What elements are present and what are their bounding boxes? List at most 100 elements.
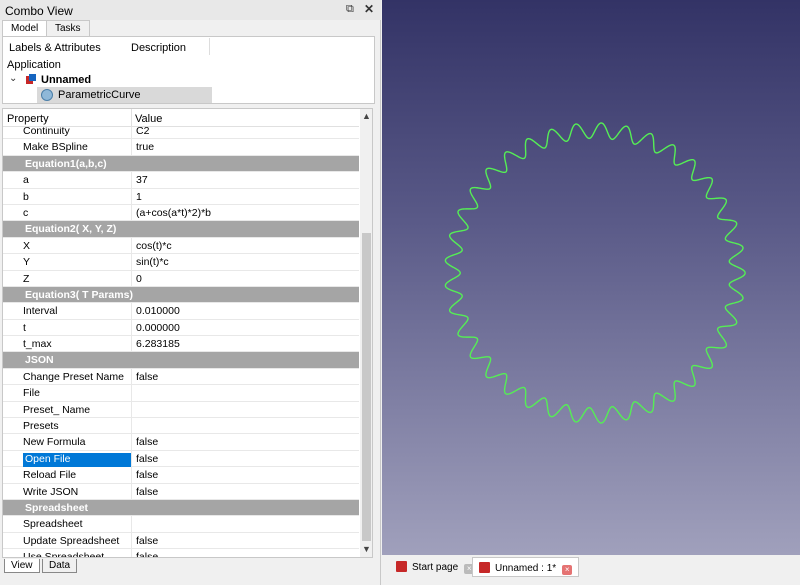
tab-model[interactable]: Model <box>2 20 48 36</box>
property-value[interactable]: false <box>136 551 158 557</box>
property-group[interactable]: Spreadsheet <box>3 499 359 517</box>
property-name[interactable]: t <box>23 322 131 336</box>
property-row[interactable]: Update Spreadsheet false <box>3 532 359 550</box>
property-value[interactable]: 6.283185 <box>136 338 180 350</box>
document-icon <box>26 74 36 84</box>
property-row[interactable]: Use Spreadsheet false <box>3 549 359 557</box>
property-value[interactable]: sin(t)*c <box>136 256 169 268</box>
parametric-curve-render <box>444 122 746 424</box>
property-group-label: Equation2( X, Y, Z) <box>25 223 117 236</box>
property-value[interactable]: 0 <box>136 273 142 285</box>
property-row[interactable]: Spreadsheet <box>3 516 359 533</box>
property-group-label: Equation3( T Params) <box>25 288 133 301</box>
value-column-header[interactable]: Value <box>135 113 162 125</box>
property-name[interactable]: Spreadsheet <box>23 518 131 532</box>
combo-view-panel: Combo View ⧉ ✕ Model Tasks Labels & Attr… <box>0 0 381 585</box>
property-row[interactable]: Preset_ Name <box>3 401 359 419</box>
property-name[interactable]: c <box>23 207 131 221</box>
property-value[interactable]: 0.000000 <box>136 322 180 334</box>
property-row[interactable]: Write JSON false <box>3 483 359 500</box>
scroll-up-icon[interactable]: ▲ <box>362 111 371 121</box>
float-icon[interactable]: ⧉ <box>346 3 354 16</box>
property-scrollbar[interactable]: ▲ ▼ <box>360 109 372 557</box>
property-row[interactable]: Interval 0.010000 <box>3 303 359 320</box>
tab-data[interactable]: Data <box>42 559 78 573</box>
property-value[interactable]: (a+cos(a*t)*2)*b <box>136 207 211 219</box>
property-value[interactable]: true <box>136 141 154 153</box>
property-name[interactable]: Open File <box>23 452 131 467</box>
property-row[interactable]: Reload File false <box>3 467 359 484</box>
property-group[interactable]: Equation3( T Params) <box>3 286 359 304</box>
property-group[interactable]: JSON <box>3 352 359 369</box>
property-value[interactable]: false <box>136 371 158 383</box>
property-row[interactable]: Ysin(t)*c <box>3 254 359 271</box>
property-value[interactable]: cos(t)*c <box>136 240 172 252</box>
tree-object-parametric-curve[interactable]: ParametricCurve <box>58 89 141 101</box>
property-name[interactable]: Continuity <box>23 125 131 139</box>
property-row[interactable]: t 0.000000 <box>3 319 359 337</box>
property-name[interactable]: File <box>23 387 131 401</box>
property-row[interactable]: Make BSpline true <box>3 139 359 156</box>
property-name[interactable]: Write JSON <box>23 486 131 500</box>
property-name[interactable]: Update Spreadsheet <box>23 535 131 549</box>
doc-tab-label: Start page <box>412 562 459 573</box>
close-tab-icon[interactable]: × <box>562 565 573 575</box>
property-row[interactable]: b1 <box>3 188 359 205</box>
property-row[interactable]: Change Preset Name false <box>3 368 359 386</box>
property-name[interactable]: Interval <box>23 305 131 319</box>
property-name[interactable]: Presets <box>23 420 131 434</box>
close-icon[interactable]: ✕ <box>364 2 374 16</box>
property-row[interactable]: Presets <box>3 418 359 435</box>
property-row[interactable]: a 37 <box>3 172 359 189</box>
property-name[interactable]: a <box>23 174 131 188</box>
property-row[interactable]: Z0 <box>3 270 359 287</box>
property-value[interactable]: false <box>136 486 158 498</box>
tree-application: Application <box>7 59 61 71</box>
property-name[interactable]: Z <box>23 273 131 287</box>
tree-document[interactable]: Unnamed <box>41 74 91 86</box>
property-value[interactable]: 37 <box>136 174 148 186</box>
property-value[interactable]: 1 <box>136 191 142 203</box>
parametric-curve <box>444 122 746 424</box>
property-value[interactable]: false <box>136 469 158 481</box>
property-name[interactable]: Use Spreadsheet <box>23 551 131 557</box>
property-name[interactable]: Make BSpline <box>23 141 131 155</box>
freecad-icon <box>479 562 490 573</box>
property-row[interactable]: Xcos(t)*c <box>3 237 359 255</box>
property-name[interactable]: X <box>23 240 131 254</box>
scroll-down-icon[interactable]: ▼ <box>362 544 371 554</box>
property-name[interactable]: b <box>23 191 131 205</box>
scrollbar-thumb[interactable] <box>362 233 371 541</box>
property-value[interactable]: false <box>136 535 158 547</box>
tab-view[interactable]: View <box>4 559 40 573</box>
property-value[interactable]: 0.010000 <box>136 305 180 317</box>
property-name[interactable]: New Formula <box>23 436 131 450</box>
property-row[interactable]: c (a+cos(a*t)*2)*b <box>3 204 359 222</box>
property-group[interactable]: Equation1(a,b,c) <box>3 155 359 173</box>
property-rows: Continuity C2 Make BSpline true Equation1(a,… <box>3 123 359 557</box>
property-column-header[interactable]: Property <box>7 113 49 125</box>
chevron-down-icon[interactable]: ⌄ <box>9 73 17 84</box>
panel-title: Combo View <box>5 4 73 18</box>
3d-view[interactable] <box>382 0 800 555</box>
property-row[interactable]: File <box>3 385 359 402</box>
property-group[interactable]: Equation2( X, Y, Z) <box>3 221 359 238</box>
property-name[interactable]: Preset_ Name <box>23 404 131 418</box>
property-name[interactable]: t_max <box>23 338 131 352</box>
property-name[interactable]: Change Preset Name <box>23 371 131 385</box>
doc-tab[interactable]: Unnamed : 1* × <box>472 557 580 577</box>
property-name[interactable]: Y <box>23 256 131 270</box>
freecad-icon <box>396 561 407 572</box>
tab-tasks[interactable]: Tasks <box>46 20 90 36</box>
property-row[interactable]: t_max 6.283185 <box>3 336 359 353</box>
doc-tab-label: Unnamed : 1* <box>495 563 557 574</box>
property-value[interactable]: false <box>136 436 158 448</box>
tree-header-description[interactable]: Description <box>131 42 186 54</box>
model-tree: Labels & Attributes Description Applicat… <box>2 36 375 104</box>
property-name[interactable]: Reload File <box>23 469 131 483</box>
property-row[interactable]: Open File false <box>3 450 359 468</box>
property-row[interactable]: New Formula false <box>3 434 359 451</box>
tree-header-labels[interactable]: Labels & Attributes <box>9 42 101 54</box>
doc-tab[interactable]: Start page × <box>390 557 481 577</box>
property-value[interactable]: false <box>136 453 158 465</box>
